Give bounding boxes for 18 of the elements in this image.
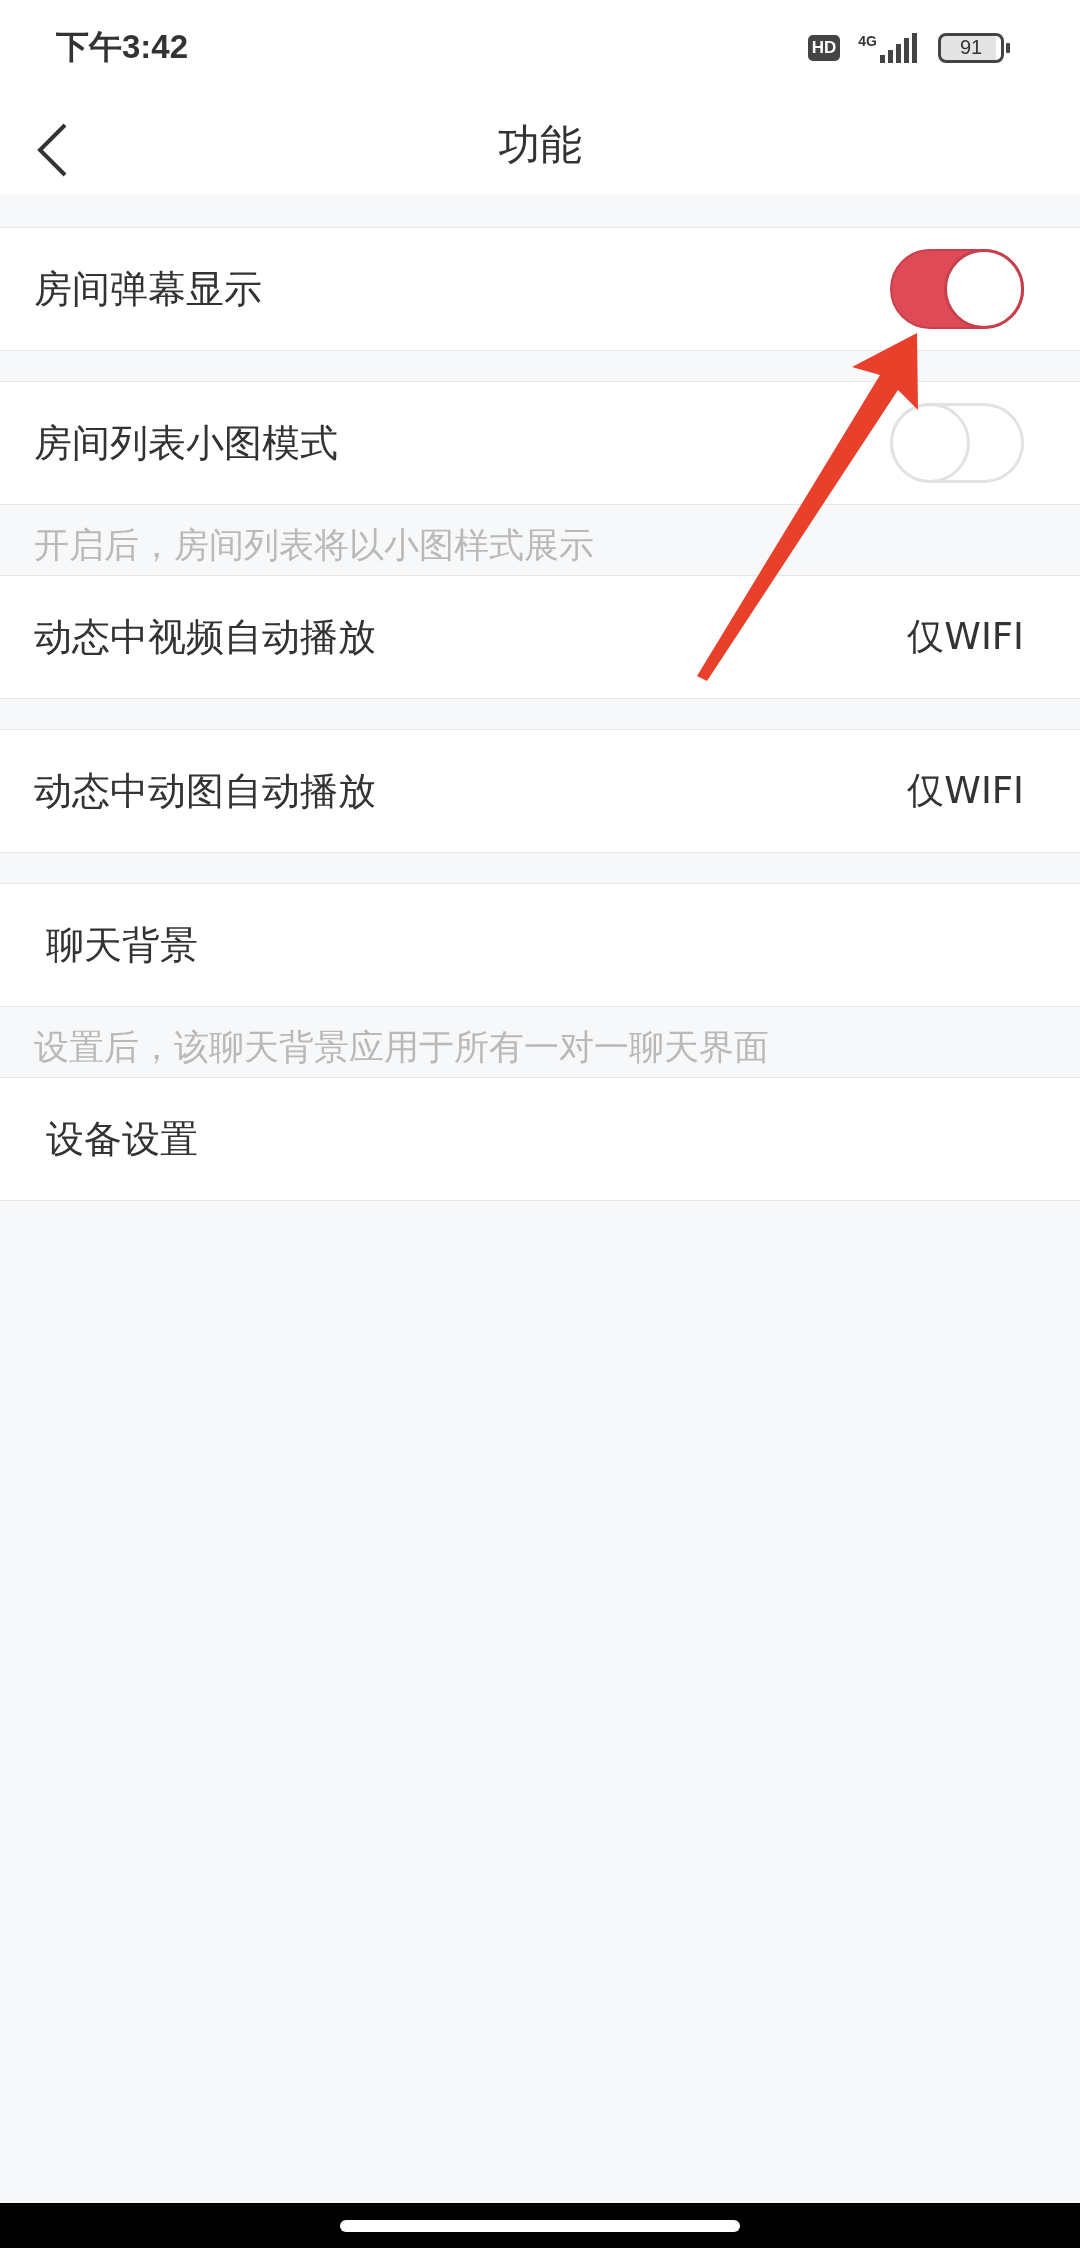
back-icon[interactable]: [36, 123, 68, 177]
setting-label: 设备设置: [45, 1115, 198, 1163]
setting-label: 房间列表小图模式: [34, 419, 338, 467]
status-time: 下午3:42: [56, 27, 189, 67]
hint-text: 设置后，该聊天背景应用于所有一对一聊天界面: [34, 1025, 769, 1069]
network-type: 4G: [858, 32, 877, 49]
setting-label: 房间弹幕显示: [34, 265, 262, 313]
hd-badge: HD: [807, 34, 841, 61]
setting-label: 动态中视频自动播放: [34, 613, 376, 661]
signal-icon: [880, 32, 920, 63]
setting-value: 仅WIFI: [907, 768, 1024, 814]
page-title: 功能: [498, 119, 582, 171]
setting-label: 动态中动图自动播放: [34, 767, 376, 815]
battery-icon: 91: [938, 32, 1004, 63]
setting-value: 仅WIFI: [907, 614, 1024, 660]
hint-text: 开启后，房间列表将以小图样式展示: [34, 523, 594, 567]
home-indicator[interactable]: [340, 2219, 740, 2232]
setting-label: 聊天背景: [45, 921, 198, 969]
